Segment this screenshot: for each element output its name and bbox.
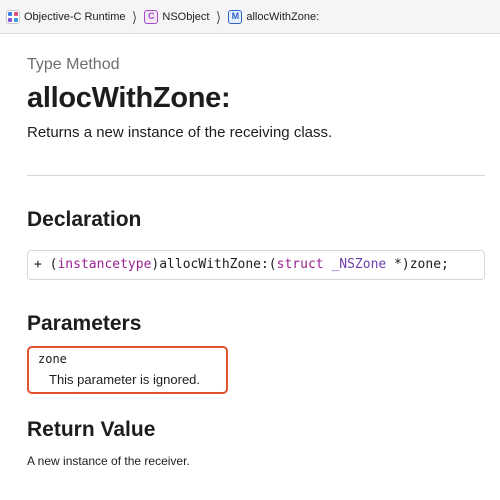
page-title: allocWithZone: [27, 82, 231, 114]
breadcrumb-item-method[interactable]: M allocWithZone: [228, 9, 320, 24]
parameter-name: zone [38, 352, 67, 366]
return-value-heading: Return Value [27, 418, 156, 441]
framework-icon [6, 9, 20, 24]
declaration-heading: Declaration [27, 208, 142, 231]
method-icon: M [228, 9, 243, 24]
breadcrumb-item-framework[interactable]: Objective-C Runtime [6, 9, 126, 24]
code-type-link[interactable]: _NSZone [331, 257, 386, 272]
code-keyword: struct [276, 257, 324, 272]
breadcrumb-label: NSObject [162, 10, 210, 23]
declaration-code: + (instancetype)allocWithZone:(struct _N… [27, 250, 485, 280]
chevron-right-icon: ❭ [215, 8, 223, 24]
breadcrumb-label: allocWithZone: [246, 10, 320, 23]
parameters-heading: Parameters [27, 312, 142, 335]
parameter-description: This parameter is ignored. [49, 372, 201, 387]
breadcrumb: Objective-C Runtime ❭ C NSObject ❭ M all… [0, 0, 500, 34]
chevron-right-icon: ❭ [131, 8, 139, 24]
breadcrumb-label: Objective-C Runtime [24, 10, 126, 23]
breadcrumb-item-class[interactable]: C NSObject [144, 9, 210, 24]
return-value-text: A new instance of the receiver. [27, 454, 190, 468]
parameter-item: zone This parameter is ignored. [27, 346, 228, 394]
symbol-kind: Type Method [27, 56, 120, 73]
class-icon: C [144, 9, 159, 24]
abstract: Returns a new instance of the receiving … [27, 124, 333, 141]
divider [27, 175, 485, 176]
code-keyword[interactable]: instancetype [57, 257, 151, 272]
